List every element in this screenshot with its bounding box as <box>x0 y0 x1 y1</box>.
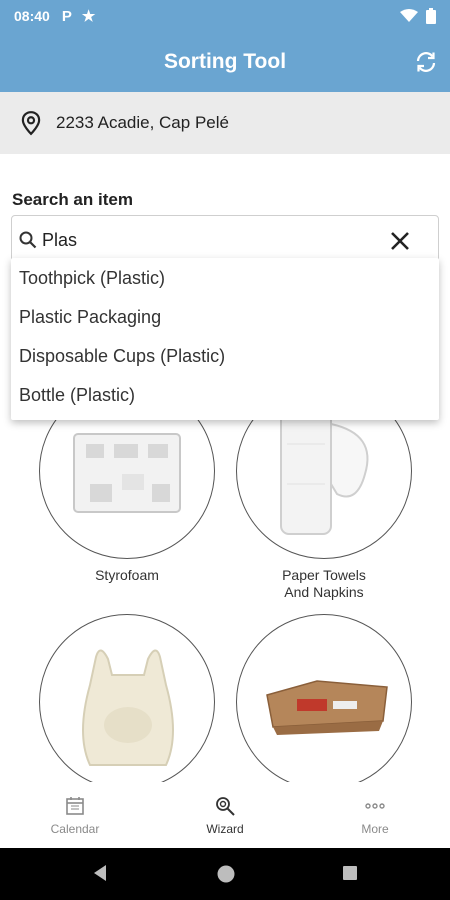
app-bar: Sorting Tool <box>0 32 450 92</box>
app-title: Sorting Tool <box>163 50 287 73</box>
tab-wizard[interactable]: Wizard <box>150 782 300 848</box>
suggestion-item[interactable]: Disposable Cups (Plastic) <box>11 338 439 377</box>
plastic-bag-image <box>39 614 215 790</box>
cardboard-image <box>236 614 412 790</box>
close-icon[interactable] <box>388 229 412 253</box>
item-label-line2: And Napkins <box>284 584 364 600</box>
system-nav-bar <box>0 848 450 900</box>
tab-more[interactable]: More <box>300 782 450 848</box>
suggestion-item[interactable]: Bottle (Plastic) <box>11 377 439 416</box>
bottom-nav: Calendar Wizard More <box>0 782 450 848</box>
parking-icon: P <box>61 7 72 25</box>
address-bar[interactable]: 2233 Acadie, Cap Pelé <box>0 92 450 154</box>
refresh-icon[interactable] <box>414 50 438 74</box>
tab-calendar-label: Calendar <box>50 821 100 836</box>
item-cardboard[interactable] <box>224 614 424 798</box>
search-icon <box>19 231 37 249</box>
suggestions-dropdown: Toothpick (Plastic) Plastic Packaging Di… <box>11 258 439 420</box>
item-label: Styrofoam <box>95 567 159 583</box>
status-time: 08:40 <box>14 8 50 24</box>
status-bar: 08:40 P ★ <box>0 0 450 32</box>
location-pin-icon <box>21 111 41 136</box>
more-icon <box>365 802 385 809</box>
tab-more-label: More <box>361 821 389 836</box>
back-icon[interactable] <box>92 864 108 882</box>
calendar-icon <box>66 796 84 815</box>
recents-icon[interactable] <box>342 864 358 882</box>
wifi-icon <box>400 9 418 22</box>
tab-wizard-label: Wizard <box>206 821 244 836</box>
tab-calendar[interactable]: Calendar <box>0 782 150 848</box>
item-label: Paper Towels <box>282 567 366 583</box>
address-text: 2233 Acadie, Cap Pelé <box>56 113 229 132</box>
battery-icon <box>426 8 436 24</box>
item-plastic-bag[interactable] <box>27 614 227 798</box>
suggestion-item[interactable]: Toothpick (Plastic) <box>11 260 439 299</box>
search-input[interactable] <box>42 229 372 251</box>
home-icon[interactable] <box>216 864 236 884</box>
star-icon: ★ <box>81 8 96 25</box>
search-label: Search an item <box>12 190 133 209</box>
wizard-search-icon <box>216 796 235 816</box>
suggestion-item[interactable]: Plastic Packaging <box>11 299 439 338</box>
